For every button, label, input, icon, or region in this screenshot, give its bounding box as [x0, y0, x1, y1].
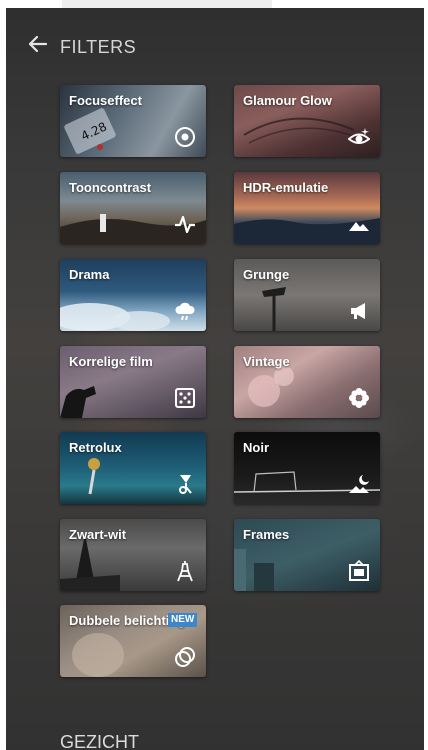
- eiffel-tower-icon: [174, 560, 196, 582]
- filter-tile-noir[interactable]: Noir: [234, 432, 380, 504]
- filter-tile-grunge[interactable]: Grunge: [234, 259, 380, 331]
- filter-label: Focuseffect: [69, 93, 142, 108]
- cloud-rain-icon: [174, 300, 196, 322]
- filter-tile-focuseffect[interactable]: 4.28 Focuseffect: [60, 85, 206, 157]
- filters-screen: FILTERS 4.28 Focuseffect Glamour Glow To…: [6, 8, 424, 750]
- eye-sparkle-icon: [347, 126, 371, 148]
- filter-tile-korrelige-film[interactable]: Korrelige film: [60, 346, 206, 418]
- filter-tile-retrolux[interactable]: Retrolux: [60, 432, 206, 504]
- filter-tile-glamour-glow[interactable]: Glamour Glow: [234, 85, 380, 157]
- dice-icon: [174, 387, 196, 409]
- new-badge: NEW: [168, 613, 198, 627]
- filter-tile-zwart-wit[interactable]: Zwart-wit: [60, 519, 206, 591]
- moon-landscape-icon: [348, 473, 370, 495]
- section-title-gezicht: GEZICHT: [60, 732, 139, 750]
- filter-label: Drama: [69, 267, 110, 282]
- filter-label: Glamour Glow: [243, 93, 332, 108]
- arrow-left-icon: [28, 35, 48, 53]
- filter-label: Noir: [243, 440, 269, 455]
- pulse-icon: [174, 213, 196, 235]
- filter-tile-frames[interactable]: Frames: [234, 519, 380, 591]
- double-circle-icon: [174, 646, 196, 668]
- filter-label: Korrelige film: [69, 354, 153, 369]
- status-strip: [62, 0, 272, 8]
- pin-icon: [174, 473, 196, 495]
- filter-tile-vintage[interactable]: Vintage: [234, 346, 380, 418]
- filter-label: Retrolux: [69, 440, 122, 455]
- page-title: FILTERS: [60, 37, 137, 57]
- filter-label: Tooncontrast: [69, 180, 152, 195]
- megaphone-icon: [348, 300, 370, 322]
- frame-icon: [348, 559, 370, 582]
- header: FILTERS: [6, 28, 424, 62]
- filter-tile-hdr-emulatie[interactable]: HDR-emulatie: [234, 172, 380, 244]
- filter-label: HDR-emulatie: [243, 180, 329, 195]
- flower-icon: [348, 387, 370, 409]
- filter-label: Zwart-wit: [69, 527, 127, 542]
- filter-tile-tooncontrast[interactable]: Tooncontrast: [60, 172, 206, 244]
- filter-tile-drama[interactable]: Drama: [60, 259, 206, 331]
- filter-tile-dubbele-belichting[interactable]: Dubbele belichting NEW: [60, 605, 206, 677]
- focus-target-icon: [174, 126, 196, 148]
- filter-label: Grunge: [243, 267, 290, 282]
- mountains-icon: [348, 213, 370, 235]
- filter-label: Vintage: [243, 354, 290, 369]
- back-button[interactable]: [24, 30, 52, 58]
- filter-label: Frames: [243, 527, 290, 542]
